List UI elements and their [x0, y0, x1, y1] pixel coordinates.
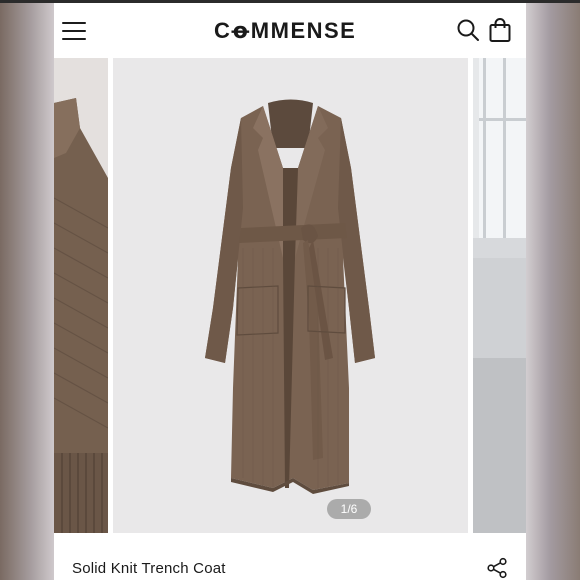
interior-photo-image — [473, 58, 526, 533]
share-icon — [487, 557, 507, 579]
app-screen: CꝋMMENSE 1/6 Solid Knit Trench Coat — [54, 3, 526, 580]
frame-right-blur — [526, 0, 580, 580]
hamburger-menu-icon — [62, 38, 86, 40]
product-image-carousel[interactable]: 1/6 — [54, 58, 526, 533]
previous-slide[interactable] — [54, 58, 108, 533]
shopping-bag-button[interactable] — [488, 17, 512, 43]
product-title: Solid Knit Trench Coat — [72, 560, 226, 577]
shopping-bag-icon — [489, 18, 511, 42]
product-info-bar: Solid Knit Trench Coat — [54, 533, 526, 580]
coat-detail-image — [54, 58, 108, 533]
site-header: CꝋMMENSE — [54, 3, 526, 58]
next-slide[interactable] — [473, 58, 526, 533]
brand-logo[interactable]: CꝋMMENSE — [214, 18, 356, 44]
menu-button[interactable] — [62, 20, 88, 42]
share-button[interactable] — [486, 557, 508, 579]
frame-left-blur — [0, 0, 54, 580]
current-slide[interactable]: 1/6 — [113, 58, 468, 533]
hamburger-menu-icon — [62, 30, 86, 32]
coat-product-image — [113, 58, 468, 533]
search-icon — [457, 19, 479, 41]
hamburger-menu-icon — [62, 22, 86, 24]
slide-counter: 1/6 — [327, 499, 371, 519]
search-button[interactable] — [456, 18, 480, 42]
